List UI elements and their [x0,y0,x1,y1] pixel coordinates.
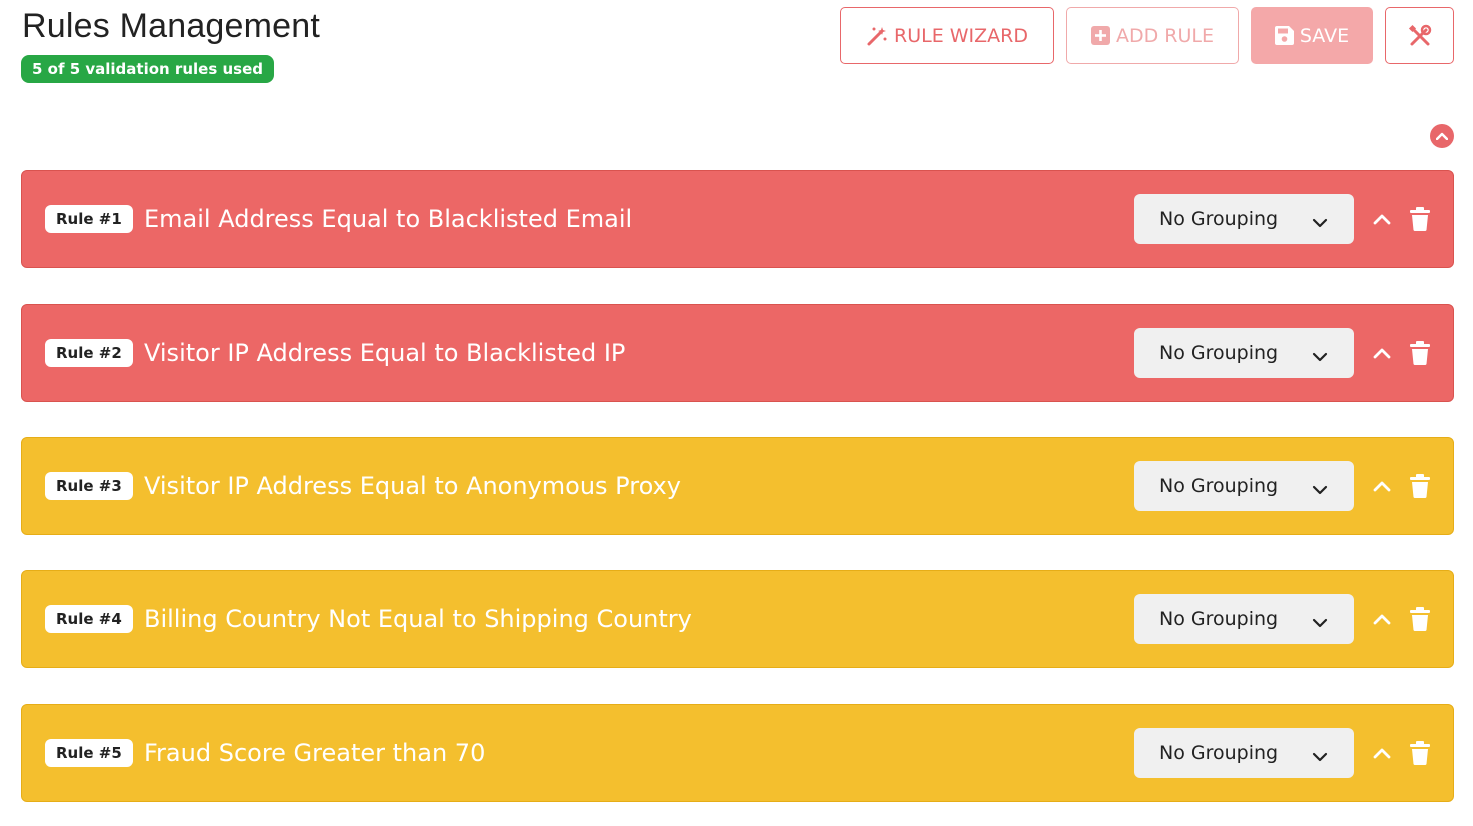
chevron-down-icon [1312,611,1328,633]
grouping-value: No Grouping [1159,742,1279,764]
collapse-all-button[interactable] [1430,124,1454,148]
grouping-select[interactable]: No Grouping [1134,594,1354,644]
chevron-up-icon [1436,132,1448,140]
chevron-down-icon [1312,478,1328,500]
tools-icon [1408,24,1432,48]
rule-card[interactable]: Rule #5 Fraud Score Greater than 70 No G… [21,704,1454,802]
rules-management-page: Rules Management 5 of 5 validation rules… [0,0,1473,826]
grouping-select[interactable]: No Grouping [1134,328,1354,378]
rule-card[interactable]: Rule #2 Visitor IP Address Equal to Blac… [21,304,1454,402]
rule-number-badge: Rule #5 [45,739,133,767]
rule-number-badge: Rule #2 [45,339,133,367]
grouping-select[interactable]: No Grouping [1134,194,1354,244]
rule-card[interactable]: Rule #3 Visitor IP Address Equal to Anon… [21,437,1454,535]
chevron-up-icon[interactable] [1370,607,1394,631]
chevron-up-icon[interactable] [1370,341,1394,365]
page-title: Rules Management [22,7,321,45]
grouping-select[interactable]: No Grouping [1134,461,1354,511]
usage-badge: 5 of 5 validation rules used [21,55,274,83]
rule-wizard-label: RULE WIZARD [894,24,1028,47]
rule-title[interactable]: Visitor IP Address Equal to Anonymous Pr… [144,472,681,500]
rule-title[interactable]: Fraud Score Greater than 70 [144,739,485,767]
rule-title[interactable]: Billing Country Not Equal to Shipping Co… [144,605,692,633]
rule-title[interactable]: Email Address Equal to Blacklisted Email [144,205,632,233]
grouping-value: No Grouping [1159,608,1279,630]
add-rule-label: ADD RULE [1116,24,1214,47]
rule-number-badge: Rule #1 [45,205,133,233]
rule-wizard-button[interactable]: RULE WIZARD [840,7,1054,64]
rule-card[interactable]: Rule #1 Email Address Equal to Blacklist… [21,170,1454,268]
rule-card[interactable]: Rule #4 Billing Country Not Equal to Shi… [21,570,1454,668]
rule-number-badge: Rule #3 [45,472,133,500]
add-rule-button[interactable]: ADD RULE [1066,7,1239,64]
save-label: SAVE [1299,24,1350,47]
tools-button[interactable] [1385,7,1454,64]
chevron-up-icon[interactable] [1370,474,1394,498]
save-button[interactable]: SAVE [1251,7,1373,64]
trash-icon[interactable] [1408,740,1432,766]
chevron-up-icon[interactable] [1370,207,1394,231]
trash-icon[interactable] [1408,340,1432,366]
chevron-down-icon [1312,345,1328,367]
trash-icon[interactable] [1408,606,1432,632]
grouping-value: No Grouping [1159,342,1279,364]
magic-wand-icon [866,25,888,47]
chevron-up-icon[interactable] [1370,741,1394,765]
rule-title[interactable]: Visitor IP Address Equal to Blacklisted … [144,339,625,367]
grouping-value: No Grouping [1159,208,1279,230]
grouping-value: No Grouping [1159,475,1279,497]
chevron-down-icon [1312,211,1328,233]
trash-icon[interactable] [1408,206,1432,232]
rule-number-badge: Rule #4 [45,605,133,633]
floppy-disk-icon [1274,26,1294,45]
grouping-select[interactable]: No Grouping [1134,728,1354,778]
trash-icon[interactable] [1408,473,1432,499]
plus-square-icon [1091,26,1110,45]
chevron-down-icon [1312,745,1328,767]
